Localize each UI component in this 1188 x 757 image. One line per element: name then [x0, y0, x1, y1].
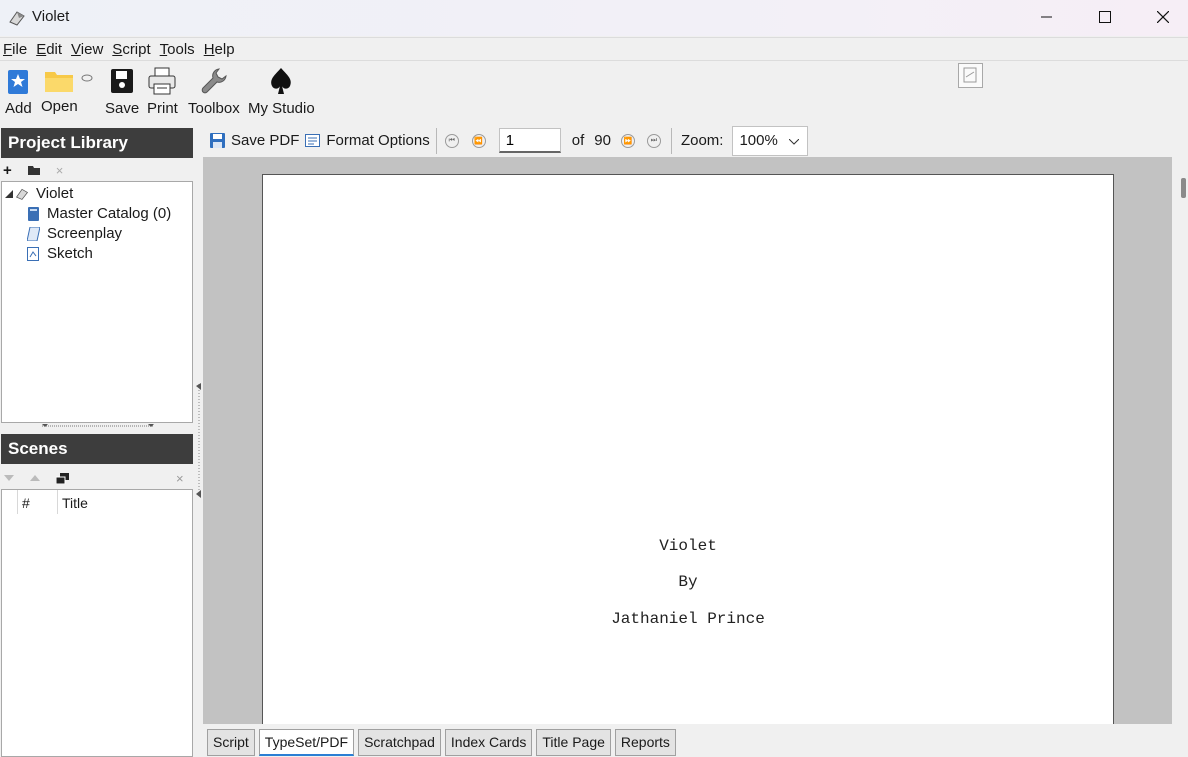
document-toolbar: Save PDF Format Options ⏮ ⏪ of 90 ⏩ ⏭ Zo…	[203, 124, 1188, 157]
tab-reports[interactable]: Reports	[614, 729, 676, 756]
open-button[interactable]: Open	[41, 66, 78, 115]
scene-copy-icon[interactable]	[56, 472, 69, 484]
open-dropdown[interactable]	[81, 74, 93, 82]
save-pdf-button[interactable]: Save PDF	[231, 132, 299, 149]
menu-file[interactable]: File	[3, 41, 27, 58]
maximize-icon	[1099, 11, 1111, 23]
previous-page-icon[interactable]: ⏪	[471, 133, 486, 148]
move-up-icon[interactable]	[30, 475, 40, 481]
menu-tools[interactable]: Tools	[160, 41, 195, 58]
column-header-number[interactable]: #	[22, 495, 30, 511]
pdf-viewer[interactable]: Violet By Jathaniel Prince	[203, 157, 1172, 724]
menu-script[interactable]: Script	[112, 41, 150, 58]
chevron-down-icon	[789, 138, 800, 145]
toolbox-button[interactable]: Toolbox	[188, 66, 240, 117]
collapse-arrow-icon	[5, 189, 13, 198]
minimize-icon	[1041, 16, 1052, 18]
tree-item-sketch[interactable]: Sketch	[27, 245, 93, 262]
wrench-icon	[201, 68, 227, 94]
add-project-icon	[8, 70, 29, 94]
print-button[interactable]: Print	[147, 66, 178, 117]
zoom-select[interactable]: 100%	[732, 125, 809, 156]
tree-item-master-catalog[interactable]: Master Catalog (0)	[27, 205, 171, 222]
tab-index-cards[interactable]: Index Cards	[444, 729, 533, 756]
column-header-title[interactable]: Title	[62, 495, 88, 511]
close-button[interactable]	[1134, 0, 1188, 34]
pdf-page: Violet By Jathaniel Prince	[262, 174, 1114, 724]
script-author: Jathaniel Prince	[611, 610, 765, 628]
app-logo-icon	[9, 11, 25, 26]
studio-spade-icon	[271, 68, 292, 94]
tab-script[interactable]: Script	[207, 729, 255, 756]
first-page-icon[interactable]: ⏮	[444, 133, 459, 148]
project-library-header: Project Library	[1, 128, 193, 158]
sketch-icon	[27, 246, 39, 261]
project-icon	[15, 188, 29, 200]
dropdown-icon	[81, 74, 93, 82]
zoom-value: 100%	[739, 132, 778, 149]
add-item-icon[interactable]: +	[3, 162, 12, 179]
move-down-icon[interactable]	[4, 475, 14, 481]
tree-item-screenplay[interactable]: Screenplay	[27, 225, 122, 242]
tab-typeset-pdf[interactable]: TypeSet/PDF	[258, 729, 355, 756]
script-by-line: By	[678, 573, 698, 591]
view-tabs: Script TypeSet/PDF Scratchpad Index Card…	[203, 724, 1188, 757]
maximize-button[interactable]	[1076, 0, 1134, 34]
catalog-icon	[28, 206, 39, 221]
toolbar-separator	[670, 127, 672, 154]
scenes-mini-toolbar: ×	[0, 467, 194, 489]
total-pages: 90	[594, 132, 611, 149]
scenes-header: Scenes	[1, 434, 193, 464]
remove-item-icon[interactable]: ×	[56, 163, 64, 178]
script-title: Violet	[659, 537, 717, 555]
save-pdf-icon	[210, 133, 225, 148]
scrollbar-thumb[interactable]	[1181, 178, 1186, 198]
menu-bar: File Edit View Script Tools Help	[0, 37, 1188, 61]
screenplay-icon	[27, 226, 40, 241]
folder-small-icon[interactable]	[27, 165, 40, 175]
add-button[interactable]: Add	[5, 66, 32, 117]
toolbar-separator	[435, 127, 437, 154]
library-mini-toolbar: + ×	[0, 159, 194, 181]
format-options-button[interactable]: Format Options	[326, 132, 429, 149]
vertical-splitter[interactable]	[196, 382, 202, 502]
menu-edit[interactable]: Edit	[36, 41, 62, 58]
window-title: Violet	[32, 8, 70, 25]
toolbar-overflow-button[interactable]	[958, 63, 983, 88]
last-page-icon[interactable]: ⏭	[646, 133, 661, 148]
vertical-scrollbar[interactable]	[1172, 157, 1188, 724]
menu-help[interactable]: Help	[204, 41, 235, 58]
folder-icon	[45, 72, 74, 92]
save-button[interactable]: Save	[105, 66, 139, 117]
page-number-input[interactable]	[498, 128, 561, 153]
tab-title-page[interactable]: Title Page	[536, 729, 611, 756]
project-tree: Violet Master Catalog (0) Screenplay Ske…	[1, 181, 193, 423]
close-icon	[1157, 11, 1169, 23]
scene-remove-icon[interactable]: ×	[176, 471, 184, 486]
minimize-button[interactable]	[1018, 0, 1076, 34]
zoom-label: Zoom:	[680, 132, 724, 149]
next-page-icon[interactable]: ⏩	[620, 133, 635, 148]
menu-view[interactable]: View	[71, 41, 103, 58]
printer-icon	[148, 67, 176, 95]
tab-scratchpad[interactable]: Scratchpad	[358, 729, 441, 756]
my-studio-button[interactable]: My Studio	[248, 66, 315, 117]
title-bar: Violet	[0, 0, 1188, 36]
save-icon	[111, 69, 134, 93]
main-toolbar: Add Open Save Print Toolbox My Studio	[0, 62, 1188, 124]
format-options-icon	[305, 134, 321, 147]
scenes-table: # Title	[1, 489, 193, 757]
tree-root[interactable]: Violet	[5, 185, 73, 202]
horizontal-splitter[interactable]	[40, 423, 156, 429]
of-label: of	[571, 132, 585, 149]
document-image-icon	[958, 63, 983, 88]
